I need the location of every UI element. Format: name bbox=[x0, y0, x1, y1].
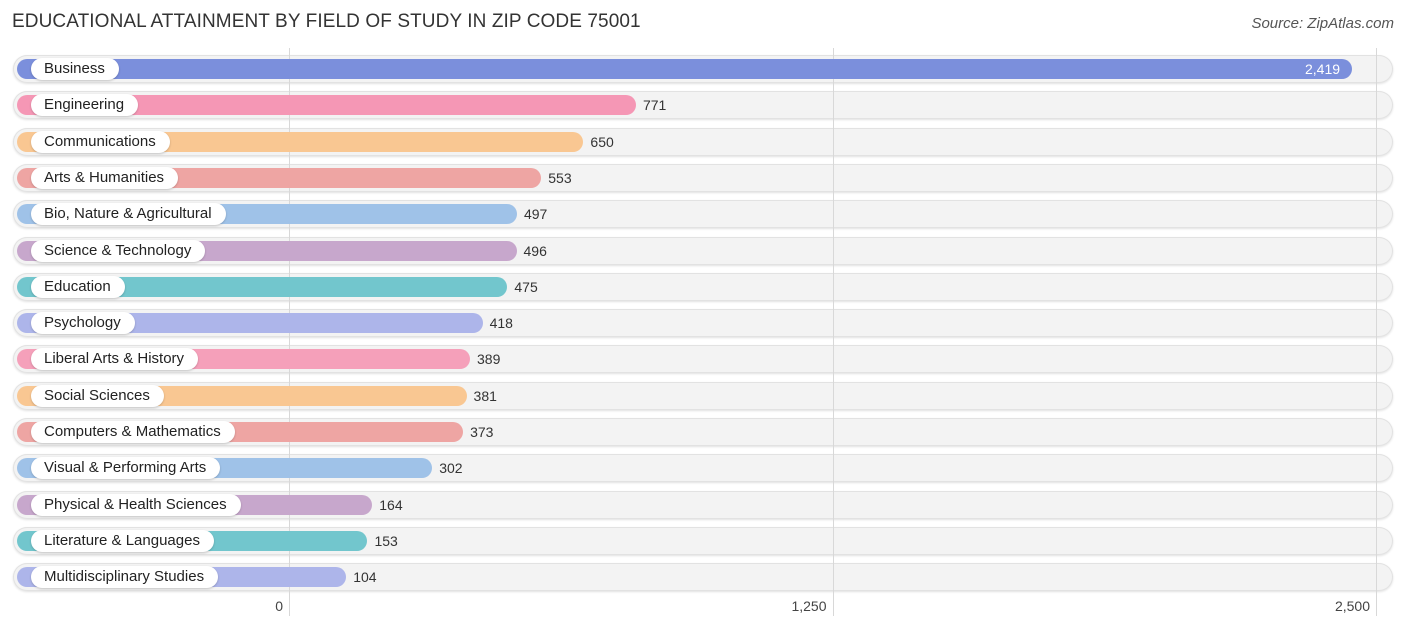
value-label: 475 bbox=[514, 278, 538, 295]
value-label: 650 bbox=[590, 133, 614, 150]
category-label: Physical & Health Sciences bbox=[31, 493, 241, 516]
value-label: 418 bbox=[489, 315, 513, 332]
gridline bbox=[1376, 48, 1377, 616]
category-label: Computers & Mathematics bbox=[31, 421, 235, 443]
value-label: 389 bbox=[477, 351, 501, 368]
value-label: 553 bbox=[548, 169, 572, 186]
category-label: Multidisciplinary Studies bbox=[31, 566, 219, 589]
category-label: Science & Technology bbox=[31, 239, 206, 262]
category-label: Arts & Humanities bbox=[31, 166, 179, 189]
category-label: Visual & Performing Arts bbox=[31, 457, 221, 480]
value-label: 104 bbox=[353, 569, 377, 586]
value-label: 771 bbox=[642, 97, 667, 114]
x-tick-label: 0 bbox=[275, 598, 283, 614]
value-label: 373 bbox=[470, 424, 494, 440]
value-label: 497 bbox=[523, 206, 548, 223]
bar[interactable] bbox=[17, 59, 1353, 79]
category-label: Business bbox=[31, 58, 119, 80]
category-label: Engineering bbox=[31, 94, 139, 117]
source-label: Source: ZipAtlas.com bbox=[1251, 15, 1394, 32]
category-label: Bio, Nature & Agricultural bbox=[31, 203, 226, 226]
category-label: Communications bbox=[31, 130, 170, 153]
category-label: Education bbox=[31, 275, 125, 298]
category-label: Psychology bbox=[31, 312, 135, 335]
category-label: Liberal Arts & History bbox=[31, 348, 199, 371]
x-tick-label: 1,250 bbox=[791, 598, 827, 614]
x-tick-label: 2,500 bbox=[1334, 598, 1370, 614]
chart-title: EDUCATIONAL ATTAINMENT BY FIELD OF STUDY… bbox=[12, 11, 641, 32]
value-label: 381 bbox=[473, 387, 497, 404]
value-label: 2,419 bbox=[1305, 61, 1341, 77]
value-label: 496 bbox=[523, 242, 547, 259]
value-label: 153 bbox=[374, 532, 398, 549]
gridline bbox=[832, 48, 834, 616]
value-label: 164 bbox=[379, 496, 403, 513]
category-label: Literature & Languages bbox=[31, 529, 214, 552]
category-label: Social Sciences bbox=[31, 384, 164, 407]
value-label: 302 bbox=[439, 460, 463, 477]
